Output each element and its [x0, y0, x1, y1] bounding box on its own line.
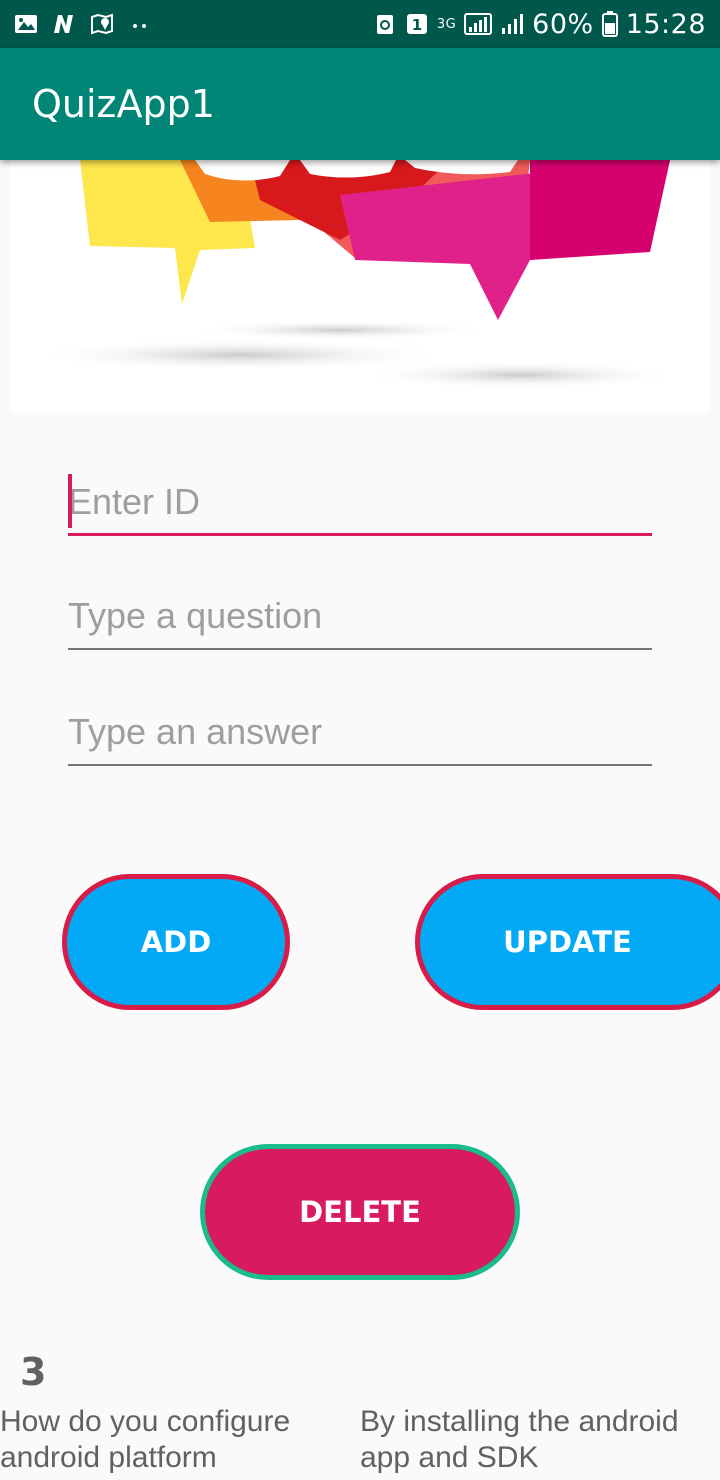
clock: 15:28 [625, 8, 706, 40]
quiz-item-answer: By installing the android app and SDK [360, 1405, 679, 1474]
svg-text:1: 1 [412, 16, 422, 34]
question-field[interactable] [68, 580, 652, 650]
answer-input[interactable] [68, 704, 652, 760]
update-button[interactable]: UPDATE [415, 874, 720, 1010]
quiz-item-id: 3 [20, 1350, 47, 1394]
question-input[interactable] [68, 588, 652, 644]
recycle-icon [376, 15, 393, 34]
3g-signal-icon [464, 13, 493, 35]
enter-id-input[interactable] [68, 474, 652, 530]
enter-id-field[interactable] [68, 466, 652, 536]
network-type: 3G [436, 16, 457, 32]
quiz-speech-bubbles-graphic [30, 160, 680, 389]
status-bar: 1 3G 60% 15:28 [0, 0, 720, 48]
signal-icon [502, 14, 524, 34]
n-app-icon [54, 15, 73, 33]
question-underline [68, 648, 652, 650]
quiz-item-question: How do you configure android platform [0, 1405, 291, 1474]
battery-icon [601, 11, 618, 37]
image-icon [15, 15, 37, 33]
text-cursor [68, 474, 72, 528]
add-button[interactable]: ADD [62, 874, 290, 1010]
map-pin-icon [91, 13, 113, 35]
app-bar: QuizApp1 [0, 48, 720, 160]
answer-field[interactable] [68, 696, 652, 766]
app-title: QuizApp1 [32, 82, 215, 126]
answer-underline [68, 764, 652, 766]
dots-icon [133, 24, 146, 28]
sim-1-icon: 1 [406, 14, 427, 34]
delete-button[interactable]: DELETE [200, 1144, 520, 1280]
battery-percent: 60% [532, 8, 594, 40]
quiz-banner-image [10, 160, 710, 413]
enter-id-underline [68, 533, 652, 536]
